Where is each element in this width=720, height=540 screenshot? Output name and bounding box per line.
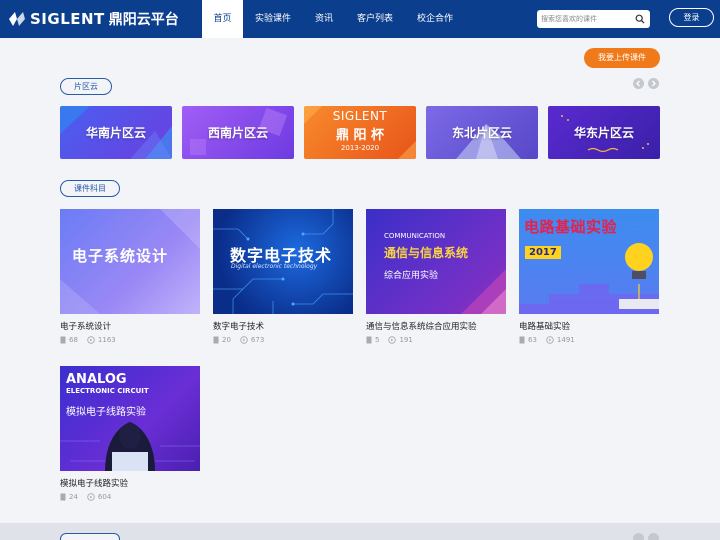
thumbnail-subtitle: 综合应用实验 bbox=[384, 271, 439, 281]
views-icon bbox=[546, 336, 554, 344]
file-count: 24 bbox=[69, 493, 78, 501]
region-label: 西南片区云 bbox=[207, 126, 268, 140]
nav-item-customers[interactable]: 客户列表 bbox=[345, 0, 405, 38]
region-card-siglent-cup[interactable]: SIGLENT 鼎 阳 杯 2013-2020 bbox=[304, 106, 416, 159]
upload-courseware-button[interactable]: 我要上传课件 bbox=[584, 48, 660, 68]
view-count: 1163 bbox=[97, 336, 116, 344]
course-thumbnail[interactable]: COMMUNICATION 通信与信息系统 综合应用实验 bbox=[366, 209, 506, 314]
region-card-southwest[interactable]: 西南片区云 bbox=[182, 106, 294, 159]
thumbnail-title: 电子系统设计 bbox=[72, 247, 169, 265]
region-card-south-china[interactable]: 华南片区云 bbox=[60, 106, 172, 159]
regions-section-title: 片区云 bbox=[60, 78, 112, 95]
region-label: 华东片区云 bbox=[573, 126, 634, 140]
file-icon bbox=[213, 336, 219, 344]
course-thumbnail[interactable]: 电子系统设计 bbox=[60, 209, 200, 314]
login-button[interactable]: 登录 bbox=[669, 8, 714, 27]
regions-next-arrow[interactable] bbox=[648, 78, 659, 89]
chevron-right-icon bbox=[652, 80, 656, 87]
next-section-next-arrow[interactable] bbox=[648, 533, 659, 540]
course-title[interactable]: 模拟电子线路实验 bbox=[60, 477, 128, 489]
region-cup-title: 鼎 阳 杯 bbox=[335, 128, 385, 143]
nav-item-home[interactable]: 首页 bbox=[202, 0, 243, 38]
search-box bbox=[537, 10, 650, 28]
thumbnail-subtitle: Digital electronic technology bbox=[231, 263, 318, 270]
brand-name: SIGLENT bbox=[30, 10, 105, 28]
main-nav: 首页 实验课件 资讯 客户列表 校企合作 bbox=[202, 0, 465, 38]
thumbnail-english: COMMUNICATION bbox=[384, 232, 446, 240]
course-meta: 63 1491 bbox=[519, 336, 584, 344]
views-icon bbox=[240, 336, 248, 344]
regions-prev-arrow[interactable] bbox=[633, 78, 644, 89]
course-meta: 20 673 bbox=[213, 336, 273, 344]
thumbnail-english-sub: ELECTRONIC CIRCUIT bbox=[66, 387, 149, 395]
thumbnail-title: 电路基础实验 bbox=[524, 218, 618, 236]
chevron-left-icon bbox=[636, 80, 640, 87]
region-cup-years: 2013-2020 bbox=[340, 144, 380, 152]
view-count: 191 bbox=[399, 336, 413, 344]
course-thumbnail[interactable]: ANALOG ELECTRONIC CIRCUIT 模拟电子线路实验 bbox=[60, 366, 200, 471]
top-navigation-bar: SIGLENT 鼎阳云平台 首页 实验课件 资讯 客户列表 校企合作 登录 bbox=[0, 0, 720, 38]
siglent-logo[interactable]: SIGLENT 鼎阳云平台 bbox=[6, 8, 179, 30]
file-icon bbox=[60, 493, 66, 501]
views-icon bbox=[87, 336, 95, 344]
nav-item-cooperation[interactable]: 校企合作 bbox=[405, 0, 465, 38]
course-title[interactable]: 数字电子技术 bbox=[213, 320, 264, 332]
thumbnail-year: 2017 bbox=[525, 246, 561, 259]
views-icon bbox=[388, 336, 397, 344]
view-count: 673 bbox=[250, 336, 265, 344]
region-card-east-china[interactable]: 华东片区云 bbox=[548, 106, 660, 159]
nav-item-courseware[interactable]: 实验课件 bbox=[243, 0, 303, 38]
file-icon bbox=[366, 336, 372, 344]
brand-name-cn: 鼎阳云平台 bbox=[108, 12, 179, 28]
siglent-logo-icon bbox=[9, 12, 25, 26]
file-icon bbox=[60, 336, 66, 344]
views-icon bbox=[87, 493, 95, 501]
next-section-tag bbox=[60, 533, 120, 540]
course-title[interactable]: 电子系统设计 bbox=[60, 320, 111, 332]
nav-item-news[interactable]: 资讯 bbox=[303, 0, 345, 38]
file-icon bbox=[519, 336, 525, 344]
view-count: 1491 bbox=[556, 336, 575, 344]
next-section-strip bbox=[0, 523, 720, 540]
course-title[interactable]: 电路基础实验 bbox=[519, 320, 570, 332]
course-thumbnail[interactable]: 数字电子技术 Digital electronic technology bbox=[213, 209, 353, 314]
course-meta: 68 1163 bbox=[60, 336, 125, 344]
region-label: 东北片区云 bbox=[451, 126, 512, 140]
search-input[interactable] bbox=[541, 12, 631, 26]
course-title[interactable]: 通信与信息系统综合应用实验 bbox=[366, 320, 477, 332]
thumbnail-title: 模拟电子线路实验 bbox=[66, 407, 146, 418]
thumbnail-decoration bbox=[461, 269, 506, 314]
view-count: 604 bbox=[97, 493, 112, 501]
region-siglent-text: SIGLENT bbox=[332, 109, 388, 123]
file-count: 20 bbox=[222, 336, 231, 344]
file-count: 68 bbox=[69, 336, 78, 344]
course-meta: 24 604 bbox=[60, 493, 120, 501]
search-icon[interactable] bbox=[635, 14, 645, 24]
course-meta: 5 191 bbox=[366, 336, 422, 344]
next-section-prev-arrow[interactable] bbox=[633, 533, 644, 540]
file-count: 5 bbox=[375, 336, 380, 344]
thumbnail-english: ANALOG bbox=[66, 372, 127, 387]
file-count: 63 bbox=[528, 336, 537, 344]
thumbnail-title: 通信与信息系统 bbox=[384, 246, 469, 260]
region-card-northeast[interactable]: 东北片区云 bbox=[426, 106, 538, 159]
region-label: 华南片区云 bbox=[85, 126, 146, 140]
course-thumbnail[interactable]: 电路基础实验 2017 bbox=[519, 209, 659, 314]
courses-section-title: 课件科目 bbox=[60, 180, 120, 197]
